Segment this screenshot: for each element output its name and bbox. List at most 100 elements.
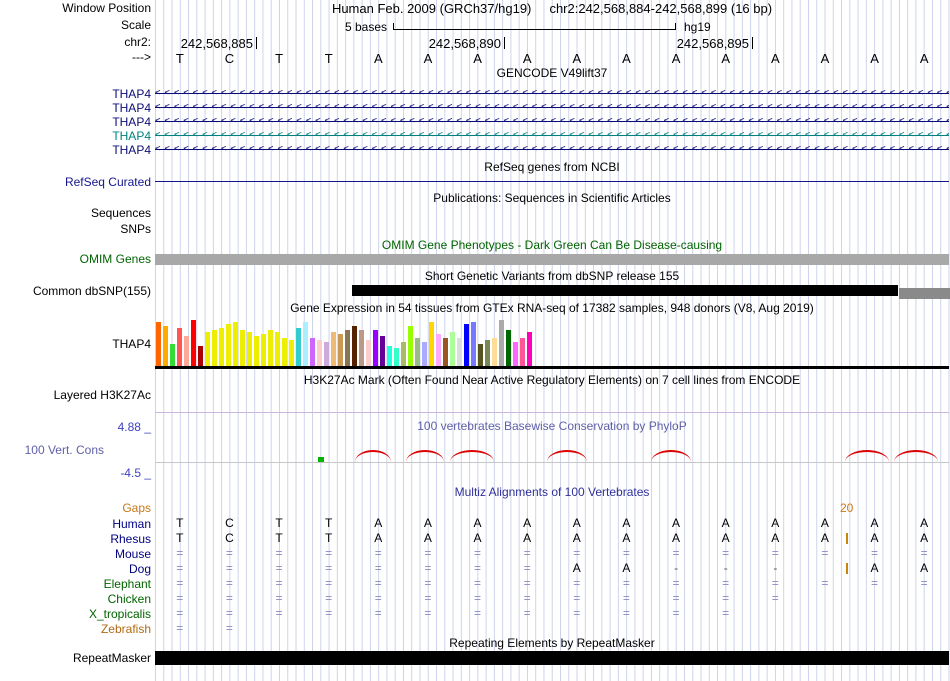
gtex-expression-bar[interactable] [261, 334, 266, 366]
ruler-base[interactable]: A [354, 51, 404, 66]
gtex-expression-bar[interactable] [520, 338, 525, 366]
species-label-zebrafish[interactable]: Zebrafish [0, 622, 151, 636]
species-label-chicken[interactable]: Chicken [0, 592, 151, 606]
species-label-mouse[interactable]: Mouse [0, 547, 151, 561]
gtex-expression-bar[interactable] [177, 328, 182, 366]
gtex-expression-bar[interactable] [289, 340, 294, 366]
gtex-expression-bar[interactable] [163, 326, 168, 366]
gtex-expression-bar[interactable] [527, 332, 532, 366]
gtex-expression-bar[interactable] [205, 332, 210, 366]
gtex-gene-label[interactable]: THAP4 [0, 338, 151, 351]
alignment-cell: = [225, 576, 233, 590]
gtex-expression-bar[interactable] [275, 332, 280, 366]
gencode-transcript-label[interactable]: THAP4 [0, 143, 151, 157]
ruler-base[interactable]: A [899, 51, 949, 66]
gtex-expression-bar[interactable] [422, 342, 427, 366]
ruler-base[interactable]: T [155, 51, 205, 66]
gtex-expression-bar[interactable] [331, 332, 336, 366]
omim-gene-bar[interactable] [155, 254, 949, 265]
gtex-expression-bar[interactable] [310, 338, 315, 366]
ruler-base[interactable]: A [602, 51, 652, 66]
gtex-expression-bar[interactable] [240, 330, 245, 366]
ruler-base[interactable]: T [304, 51, 354, 66]
gaps-label[interactable]: Gaps [0, 502, 151, 515]
gtex-gene-model-line[interactable] [155, 366, 949, 369]
gtex-expression-bar[interactable] [282, 338, 287, 366]
gtex-expression-bar[interactable] [338, 334, 343, 366]
gtex-expression-bar[interactable] [415, 338, 420, 366]
sequences-label[interactable]: Sequences [0, 207, 151, 220]
species-label-rhesus[interactable]: Rhesus [0, 532, 151, 546]
gtex-expression-bar[interactable] [184, 336, 189, 366]
ruler-base[interactable]: A [552, 51, 602, 66]
gencode-transcript-label[interactable]: THAP4 [0, 129, 151, 143]
gtex-expression-bar[interactable] [170, 344, 175, 366]
gtex-expression-bar[interactable] [352, 326, 357, 366]
ruler-base[interactable]: A [800, 51, 850, 66]
gtex-expression-bar[interactable] [499, 320, 504, 366]
species-label-x-tropicalis[interactable]: X_tropicalis [0, 607, 151, 621]
snps-label[interactable]: SNPs [0, 223, 151, 236]
repeatmasker-bar[interactable] [155, 651, 949, 665]
gtex-expression-bar[interactable] [429, 322, 434, 366]
gtex-expression-bar[interactable] [254, 336, 259, 366]
gtex-expression-bar[interactable] [513, 342, 518, 366]
repeatmasker-label[interactable]: RepeatMasker [0, 652, 151, 665]
gtex-expression-bar[interactable] [464, 324, 469, 366]
gtex-expression-bar[interactable] [492, 338, 497, 366]
ruler-base[interactable]: A [850, 51, 900, 66]
gtex-expression-bar[interactable] [471, 322, 476, 366]
gtex-expression-bar[interactable] [380, 336, 385, 366]
gtex-expression-bar[interactable] [408, 326, 413, 366]
gtex-expression-bar[interactable] [296, 328, 301, 366]
h3k27ac-label[interactable]: Layered H3K27Ac [0, 389, 151, 402]
gtex-expression-bar[interactable] [394, 348, 399, 366]
ruler-base[interactable]: A [651, 51, 701, 66]
dbsnp-label[interactable]: Common dbSNP(155) [0, 285, 151, 298]
gtex-expression-bar[interactable] [317, 340, 322, 366]
gencode-transcript-label[interactable]: THAP4 [0, 115, 151, 129]
ruler-base[interactable]: A [751, 51, 801, 66]
ruler-base[interactable]: C [205, 51, 255, 66]
gtex-expression-bar[interactable] [324, 342, 329, 366]
omim-genes-label[interactable]: OMIM Genes [0, 253, 151, 266]
gtex-expression-bar[interactable] [191, 320, 196, 366]
gtex-expression-bar[interactable] [373, 330, 378, 366]
ruler-base[interactable]: T [254, 51, 304, 66]
gtex-expression-bar[interactable] [156, 322, 161, 366]
species-label-elephant[interactable]: Elephant [0, 577, 151, 591]
gtex-expression-bar[interactable] [226, 324, 231, 366]
gtex-expression-bar[interactable] [212, 330, 217, 366]
gtex-expression-bar[interactable] [443, 338, 448, 366]
gencode-transcript-label[interactable]: THAP4 [0, 87, 151, 101]
gtex-expression-bar[interactable] [345, 330, 350, 366]
gtex-expression-bar[interactable] [366, 340, 371, 366]
gtex-expression-bar[interactable] [198, 346, 203, 366]
gtex-expression-bar[interactable] [485, 340, 490, 366]
gtex-expression-bar[interactable] [457, 338, 462, 366]
species-label-dog[interactable]: Dog [0, 562, 151, 576]
gtex-expression-bar[interactable] [506, 330, 511, 366]
gtex-expression-bar[interactable] [268, 330, 273, 366]
ruler-base[interactable]: A [502, 51, 552, 66]
gtex-expression-bar[interactable] [401, 342, 406, 366]
phylop-track-label[interactable]: 100 Vert. Cons [0, 444, 104, 457]
gtex-expression-bar[interactable] [436, 334, 441, 366]
gtex-expression-bar[interactable] [359, 330, 364, 366]
dbsnp-variant-bar[interactable] [352, 285, 898, 296]
refseq-gene-line[interactable] [155, 181, 949, 182]
gtex-expression-bar[interactable] [387, 346, 392, 366]
gtex-expression-bar[interactable] [233, 322, 238, 366]
dbsnp-variant-bar-gray[interactable] [899, 288, 950, 299]
ruler-base[interactable]: A [403, 51, 453, 66]
gtex-expression-bar[interactable] [478, 344, 483, 366]
gtex-expression-bar[interactable] [219, 328, 224, 366]
gtex-expression-bar[interactable] [450, 332, 455, 366]
species-label-human[interactable]: Human [0, 517, 151, 531]
gtex-expression-bar[interactable] [247, 332, 252, 366]
gtex-expression-bar[interactable] [303, 322, 308, 366]
ruler-base[interactable]: A [701, 51, 751, 66]
gencode-transcript-label[interactable]: THAP4 [0, 101, 151, 115]
ruler-base[interactable]: A [453, 51, 503, 66]
refseq-curated-label[interactable]: RefSeq Curated [0, 176, 151, 189]
